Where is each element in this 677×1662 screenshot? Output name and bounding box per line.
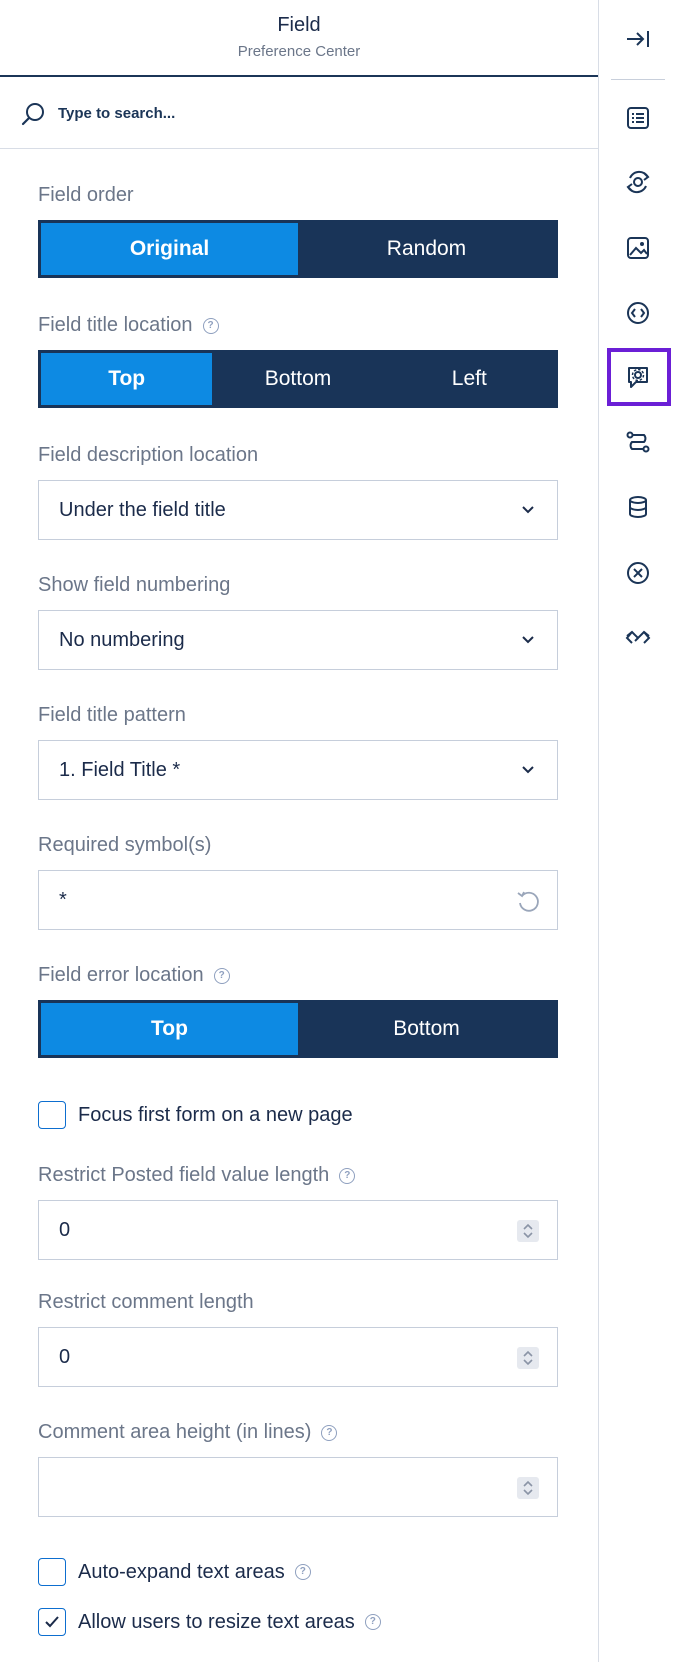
icon-rail: [598, 0, 677, 1662]
database-icon[interactable]: [620, 489, 656, 525]
field-order-original-option[interactable]: Original: [41, 223, 298, 275]
help-icon[interactable]: ?: [364, 1614, 381, 1630]
description-location-label: Field description location: [38, 444, 259, 466]
help-icon[interactable]: ?: [339, 1168, 356, 1184]
select-value: No numbering: [59, 629, 185, 651]
select-value: Under the field title: [59, 499, 226, 521]
description-location-select[interactable]: Under the field title: [38, 480, 558, 540]
search-icon: [21, 103, 44, 126]
focus-first-label: Focus first form on a new page: [78, 1103, 353, 1126]
input-value: 0: [59, 1346, 71, 1368]
error-location-label: Field error location: [38, 964, 204, 986]
close-circle-icon[interactable]: [620, 555, 656, 591]
help-icon[interactable]: ?: [321, 1425, 338, 1441]
theme-icon[interactable]: [620, 164, 656, 200]
title-location-label-row: Field title location?: [38, 314, 219, 337]
focus-first-checkbox-row[interactable]: Focus first form on a new page: [38, 1099, 353, 1131]
stepper-icon[interactable]: [517, 1220, 539, 1242]
rail-divider: [611, 79, 665, 80]
required-symbol-label: Required symbol(s): [38, 834, 212, 856]
chevron-down-icon: [522, 636, 534, 644]
numbering-select[interactable]: No numbering: [38, 610, 558, 670]
comment-height-label: Comment area height (in lines): [38, 1421, 312, 1443]
restrict-comment-label: Restrict comment length: [38, 1291, 254, 1313]
comment-height-input[interactable]: [38, 1457, 558, 1517]
error-location-top-option[interactable]: Top: [41, 1003, 298, 1055]
panel-header: Field Preference Center: [0, 0, 598, 77]
required-symbol-input[interactable]: *: [38, 870, 558, 930]
field-order-label: Field order: [38, 184, 134, 206]
restrict-posted-label-row: Restrict Posted field value length?: [38, 1164, 356, 1187]
checkmark-icon: [45, 1616, 59, 1628]
chevron-down-icon: [522, 766, 534, 774]
restrict-posted-input[interactable]: 0: [38, 1200, 558, 1260]
restrict-comment-input[interactable]: 0: [38, 1327, 558, 1387]
allow-resize-checkbox-row[interactable]: Allow users to resize text areas ?: [38, 1606, 381, 1638]
panel-subtitle: Preference Center: [237, 43, 361, 60]
auto-expand-checkbox-row[interactable]: Auto-expand text areas ?: [38, 1556, 311, 1588]
settings-chat-icon[interactable]: [620, 359, 656, 395]
settings-panel: Field Preference Center Type to search..…: [0, 0, 598, 1662]
allow-resize-label: Allow users to resize text areas: [78, 1610, 355, 1633]
title-location-label: Field title location: [38, 314, 193, 336]
error-location-bottom-option[interactable]: Bottom: [298, 1003, 555, 1055]
chevron-down-icon: [522, 506, 534, 514]
handshake-icon[interactable]: [620, 620, 656, 656]
help-icon[interactable]: ?: [294, 1564, 311, 1580]
auto-expand-checkbox[interactable]: [38, 1558, 66, 1586]
panel-title: Field: [277, 14, 321, 36]
image-icon[interactable]: [620, 230, 656, 266]
title-location-left-option[interactable]: Left: [384, 353, 555, 405]
help-icon[interactable]: ?: [202, 318, 219, 334]
title-location-top-option[interactable]: Top: [41, 353, 213, 405]
title-location-bottom-option[interactable]: Bottom: [212, 353, 383, 405]
error-location-toggle: Top Bottom: [38, 1000, 558, 1058]
field-order-toggle: Original Random: [38, 220, 558, 278]
focus-first-checkbox[interactable]: [38, 1101, 66, 1129]
search-bar[interactable]: Type to search...: [0, 77, 598, 149]
numbering-label: Show field numbering: [38, 574, 231, 596]
comment-height-label-row: Comment area height (in lines)?: [38, 1421, 338, 1444]
input-value: *: [59, 889, 67, 911]
error-location-label-row: Field error location?: [38, 964, 230, 987]
title-pattern-select[interactable]: 1. Field Title *: [38, 740, 558, 800]
collapse-icon[interactable]: [620, 21, 656, 57]
field-order-random-option[interactable]: Random: [298, 223, 555, 275]
path-icon[interactable]: [620, 424, 656, 460]
restrict-posted-label: Restrict Posted field value length: [38, 1164, 330, 1186]
reset-icon[interactable]: [515, 888, 541, 914]
list-icon[interactable]: [620, 100, 656, 136]
search-input[interactable]: Type to search...: [58, 105, 175, 122]
auto-expand-label: Auto-expand text areas: [78, 1560, 285, 1583]
stepper-icon[interactable]: [517, 1347, 539, 1369]
select-value: 1. Field Title *: [59, 759, 181, 781]
input-value: 0: [59, 1219, 71, 1241]
code-icon[interactable]: [620, 295, 656, 331]
help-icon[interactable]: ?: [213, 968, 230, 984]
stepper-icon[interactable]: [517, 1477, 539, 1499]
title-pattern-label: Field title pattern: [38, 704, 186, 726]
title-location-toggle: Top Bottom Left: [38, 350, 558, 408]
allow-resize-checkbox[interactable]: [38, 1608, 66, 1636]
